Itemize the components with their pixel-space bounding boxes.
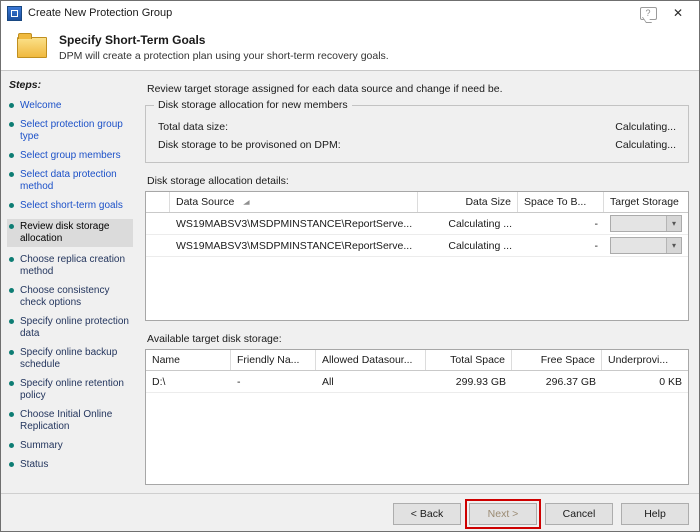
main-content: Review target storage assigned for each …	[137, 71, 699, 493]
table-row[interactable]: WS19MABSV3\MSDPMINSTANCE\ReportServe... …	[146, 235, 688, 257]
step-bullet-icon	[9, 224, 14, 229]
data-source-cell: WS19MABSV3\MSDPMINSTANCE\ReportServe...	[176, 217, 413, 230]
back-button[interactable]: < Back	[393, 502, 461, 525]
sidebar-item-choose-initial-online-replication[interactable]: Choose Initial Online Replication	[9, 409, 133, 433]
create-new-protection-group-dialog: Create New Protection Group ? ✕ Specify …	[0, 0, 700, 532]
instruction-text: Review target storage assigned for each …	[147, 83, 503, 95]
disk-allocation-details-table: Data Source ◢ Data Size Space To B... Ta…	[145, 191, 689, 321]
column-header-friendly-name[interactable]: Friendly Na...	[231, 350, 316, 370]
sidebar-item-specify-online-retention-policy[interactable]: Specify online retention policy	[9, 378, 133, 402]
data-source-cell: WS19MABSV3\MSDPMINSTANCE\ReportServe...	[176, 239, 413, 252]
step-bullet-icon	[9, 172, 14, 177]
step-bullet-icon	[9, 462, 14, 467]
column-header-name[interactable]: Name	[146, 350, 231, 370]
groupbox-label: Disk storage allocation for new members	[154, 99, 352, 111]
details-table-label: Disk storage allocation details:	[147, 175, 289, 187]
sidebar-item-review-disk-storage-allocation[interactable]: Review disk storage allocation	[7, 219, 133, 247]
column-header-allowed-datasources[interactable]: Allowed Datasour...	[316, 350, 426, 370]
cancel-button[interactable]: Cancel	[545, 502, 613, 525]
close-button[interactable]: ✕	[663, 3, 693, 23]
friendly-name-cell: -	[237, 375, 241, 388]
column-header-space-to-be[interactable]: Space To B...	[518, 192, 604, 212]
step-bullet-icon	[9, 381, 14, 386]
available-target-disk-storage-table: Name Friendly Na... Allowed Datasour... …	[145, 349, 689, 485]
available-table-label: Available target disk storage:	[147, 333, 282, 345]
window-title: Create New Protection Group	[28, 7, 173, 19]
column-header-free-space[interactable]: Free Space	[512, 350, 602, 370]
column-header-underprovisioned[interactable]: Underprovi...	[602, 350, 688, 370]
column-header-data-size[interactable]: Data Size	[418, 192, 518, 212]
sidebar-item-choose-consistency-check-options[interactable]: Choose consistency check options	[9, 285, 133, 309]
target-storage-dropdown[interactable]: ▾	[610, 215, 682, 232]
wizard-header: Specify Short-Term Goals DPM will create…	[1, 25, 699, 71]
step-bullet-icon	[9, 203, 14, 208]
table-row[interactable]: D:\ - All 299.93 GB 296.37 GB 0 KB	[146, 371, 688, 393]
disk-storage-provisioned-value: Calculating...	[615, 139, 676, 151]
step-bullet-icon	[9, 103, 14, 108]
disk-storage-provisioned-label: Disk storage to be provisoned on DPM:	[158, 139, 341, 151]
target-storage-dropdown[interactable]: ▾	[610, 237, 682, 254]
steps-sidebar: Steps: Welcome Select protection group t…	[1, 71, 137, 493]
total-data-size-row: Total data size: Calculating...	[156, 118, 678, 136]
data-size-cell: Calculating ...	[448, 239, 512, 252]
step-bullet-icon	[9, 350, 14, 355]
sidebar-item-summary[interactable]: Summary	[9, 440, 133, 452]
total-space-cell: 299.93 GB	[455, 375, 506, 388]
disk-allocation-groupbox: Disk storage allocation for new members …	[145, 99, 689, 163]
sidebar-item-specify-online-protection-data[interactable]: Specify online protection data	[9, 316, 133, 340]
step-bullet-icon	[9, 288, 14, 293]
allowed-datasources-cell: All	[322, 375, 334, 388]
chevron-down-icon: ▾	[666, 238, 681, 253]
step-bullet-icon	[9, 412, 14, 417]
sidebar-item-select-data-protection-method[interactable]: Select data protection method	[9, 169, 133, 193]
sidebar-item-choose-replica-creation-method[interactable]: Choose replica creation method	[9, 254, 133, 278]
footer-button-bar: < Back Next > Cancel Help	[1, 493, 699, 531]
underprovisioned-cell: 0 KB	[659, 375, 682, 388]
step-bullet-icon	[9, 443, 14, 448]
sort-ascending-icon: ◢	[243, 199, 250, 206]
steps-heading: Steps:	[9, 79, 42, 91]
sidebar-item-select-short-term-goals[interactable]: Select short-term goals	[9, 200, 133, 212]
close-icon: ✕	[672, 6, 684, 20]
step-bullet-icon	[9, 122, 14, 127]
page-subtitle: DPM will create a protection plan using …	[59, 50, 389, 62]
help-button[interactable]: Help	[621, 502, 689, 525]
step-bullet-icon	[9, 153, 14, 158]
help-bubble-button[interactable]: ?	[633, 3, 663, 23]
space-to-be-cell: -	[594, 239, 599, 252]
total-data-size-value: Calculating...	[615, 121, 676, 133]
help-bubble-icon: ?	[639, 6, 657, 20]
next-button[interactable]: Next >	[469, 502, 537, 525]
column-header-gutter	[146, 192, 170, 212]
sidebar-item-specify-online-backup-schedule[interactable]: Specify online backup schedule	[9, 347, 133, 371]
titlebar: Create New Protection Group ? ✕	[1, 1, 699, 25]
step-bullet-icon	[9, 257, 14, 262]
app-icon	[7, 5, 22, 21]
total-data-size-label: Total data size:	[158, 121, 229, 133]
step-bullet-icon	[9, 319, 14, 324]
disk-name-cell: D:\	[152, 375, 166, 388]
column-header-data-source[interactable]: Data Source ◢	[170, 192, 418, 212]
protection-group-folder-icon	[17, 33, 47, 58]
sidebar-item-select-group-members[interactable]: Select group members	[9, 150, 133, 162]
page-title: Specify Short-Term Goals	[59, 33, 206, 47]
disk-storage-provisioned-row: Disk storage to be provisoned on DPM: Ca…	[156, 136, 678, 154]
sidebar-item-select-protection-group-type[interactable]: Select protection group type	[9, 119, 133, 143]
data-size-cell: Calculating ...	[448, 217, 512, 230]
column-header-total-space[interactable]: Total Space	[426, 350, 512, 370]
sidebar-item-welcome[interactable]: Welcome	[9, 100, 133, 112]
free-space-cell: 296.37 GB	[545, 375, 596, 388]
sidebar-item-status[interactable]: Status	[9, 459, 133, 471]
chevron-down-icon: ▾	[666, 216, 681, 231]
column-header-target-storage[interactable]: Target Storage	[604, 192, 688, 212]
table-row[interactable]: WS19MABSV3\MSDPMINSTANCE\ReportServe... …	[146, 213, 688, 235]
space-to-be-cell: -	[594, 217, 599, 230]
